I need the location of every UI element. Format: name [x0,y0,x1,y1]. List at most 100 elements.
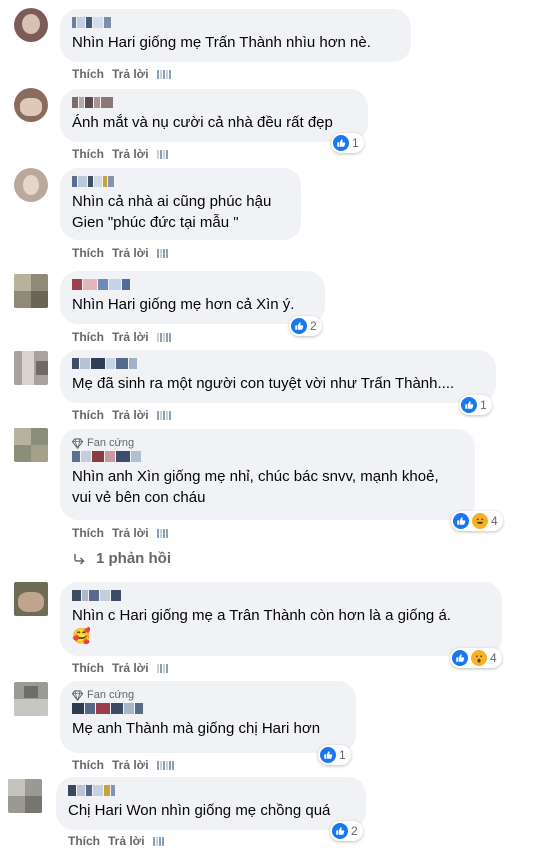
reaction-number: 4 [490,651,497,665]
diamond-icon [72,437,83,449]
comment-time-blurred[interactable] [156,528,168,538]
like-reaction-icon [452,650,468,666]
comment-text: Ánh mắt và nụ cười cả nhà đều rất đẹp [72,114,333,131]
commenter-name-blurred[interactable] [72,97,356,108]
comment-text: Nhìn Hari giống mẹ Trấn Thành nhìu hơn n… [72,34,371,51]
like-button[interactable]: Thích [72,246,104,260]
comment-text: Mẹ đã sinh ra một người con tuyệt vời nh… [72,375,455,392]
reply-button[interactable]: Trả lời [112,408,149,422]
reply-button[interactable]: Trả lời [112,330,149,344]
comment-bubble: Chị Hari Won nhìn giống mẹ chồng quá [56,777,366,830]
comment-bubble: Nhìn c Hari giống mẹ a Trân Thành còn hơ… [60,582,502,656]
like-button[interactable]: Thích [68,834,100,848]
avatar[interactable] [8,779,42,813]
like-button[interactable]: Thích [72,408,104,422]
comment-time-blurred[interactable] [156,248,168,258]
reply-button[interactable]: Trả lời [108,834,145,848]
comment-actions: Thích Trả lời [68,834,164,848]
commenter-name-blurred[interactable] [72,279,313,290]
comment-text: Nhìn cả nhà ai cũng phúc hậu Gien "phúc … [72,193,272,231]
reply-arrow-icon [74,553,85,565]
like-button[interactable]: Thích [72,67,104,81]
reply-button[interactable]: Trả lời [112,67,149,81]
reply-button[interactable]: Trả lời [112,758,149,772]
comment-text: Mẹ anh Thành mà giống chị Hari hơn [72,720,321,737]
comment-time-blurred[interactable] [156,69,171,79]
comment-bubble: Fan cứng Mẹ anh Thành mà giống chị Hari … [60,681,356,753]
comment-text: Nhìn Hari giống mẹ hơn cả Xìn ý. [72,296,295,313]
avatar[interactable] [14,274,48,308]
comment-bubble: Fan cứng Nhìn anh Xìn giống mẹ nhỉ, chúc… [60,429,475,520]
reaction-number: 1 [339,748,346,762]
like-reaction-icon [461,397,477,413]
like-button[interactable]: Thích [72,147,104,161]
comment-text: Chị Hari Won nhìn giống mẹ chồng quá [68,802,331,819]
comment-time-blurred[interactable] [156,149,168,159]
reaction-count[interactable]: 4 [450,648,502,668]
like-reaction-icon [333,135,349,151]
like-reaction-icon [332,823,348,839]
comment-bubble: Mẹ đã sinh ra một người con tuyệt vời nh… [60,350,496,403]
fan-badge-label: Fan cứng [87,437,135,449]
like-reaction-icon [453,513,469,529]
reaction-number: 4 [491,514,498,528]
comment-time-blurred[interactable] [156,663,168,673]
comment-time-blurred[interactable] [156,760,174,770]
like-button[interactable]: Thích [72,330,104,344]
avatar[interactable] [14,88,48,122]
like-button[interactable]: Thích [72,661,104,675]
avatar[interactable] [14,351,48,385]
comment-time-blurred[interactable] [152,836,164,846]
comment-time-blurred[interactable] [156,332,171,342]
reaction-count[interactable]: 1 [318,745,351,765]
like-button[interactable]: Thích [72,758,104,772]
reply-button[interactable]: Trả lời [112,246,149,260]
comment-text: Nhìn c Hari giống mẹ a Trân Thành còn hơ… [72,607,451,645]
reaction-number: 2 [310,319,317,333]
commenter-name-blurred[interactable] [72,451,463,462]
avatar[interactable] [14,682,48,716]
avatar[interactable] [14,582,48,616]
commenter-name-blurred[interactable] [72,703,344,714]
commenter-name-blurred[interactable] [72,17,399,28]
comment-actions: Thích Trả lời [72,526,168,540]
reply-button[interactable]: Trả lời [112,661,149,675]
like-button[interactable]: Thích [72,526,104,540]
fan-badge: Fan cứng [72,437,463,449]
comment-actions: Thích Trả lời [72,330,171,344]
comment-bubble: Nhìn Hari giống mẹ hơn cả Xìn ý. [60,271,325,324]
comment-actions: Thích Trả lời [72,246,168,260]
comment-bubble: Ánh mắt và nụ cười cả nhà đều rất đẹp [60,89,368,142]
reply-button[interactable]: Trả lời [112,147,149,161]
diamond-icon [72,689,83,701]
reaction-count[interactable]: 1 [459,395,492,415]
like-reaction-icon [291,318,307,334]
reaction-number: 2 [351,824,358,838]
reaction-count[interactable]: 2 [289,316,322,336]
commenter-name-blurred[interactable] [72,590,490,601]
reaction-number: 1 [480,398,487,412]
comment-bubble: Nhìn Hari giống mẹ Trấn Thành nhìu hơn n… [60,9,411,62]
comment-actions: Thích Trả lời [72,758,174,772]
comment-bubble: Nhìn cả nhà ai cũng phúc hậu Gien "phúc … [60,168,301,240]
fan-badge-label: Fan cứng [87,689,135,701]
wow-reaction-icon [471,650,487,666]
reaction-count[interactable]: 1 [331,133,364,153]
avatar[interactable] [14,428,48,462]
reply-button[interactable]: Trả lời [112,526,149,540]
reaction-number: 1 [352,136,359,150]
commenter-name-blurred[interactable] [68,785,354,796]
like-reaction-icon [320,747,336,763]
commenter-name-blurred[interactable] [72,176,289,187]
comment-actions: Thích Trả lời [72,67,171,81]
avatar[interactable] [14,168,48,202]
haha-reaction-icon [472,513,488,529]
comment-actions: Thích Trả lời [72,147,168,161]
reaction-count[interactable]: 2 [330,821,363,841]
avatar[interactable] [14,8,48,42]
commenter-name-blurred[interactable] [72,358,484,369]
view-replies-link[interactable]: 1 phản hồi [72,550,171,567]
comment-time-blurred[interactable] [156,410,171,420]
comment-text: Nhìn anh Xìn giống mẹ nhỉ, chúc bác snvv… [72,468,439,506]
reaction-count[interactable]: 4 [451,511,503,531]
